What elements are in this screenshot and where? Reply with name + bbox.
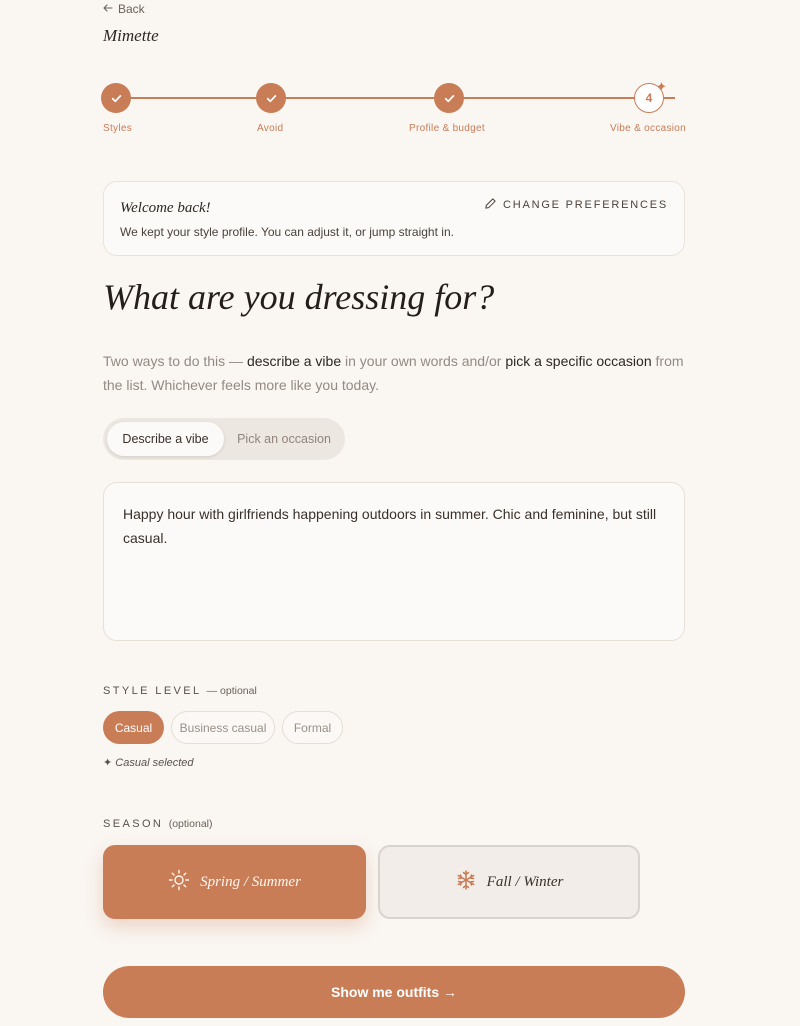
brand-logo: Mimette bbox=[103, 26, 159, 45]
intro-emphasis-occasion: pick a specific occasion bbox=[505, 353, 652, 369]
welcome-card: Welcome back! We kept your style profile… bbox=[103, 181, 685, 256]
style-chip-business-casual[interactable]: Business casual bbox=[171, 711, 275, 744]
welcome-title: Welcome back! bbox=[120, 200, 211, 216]
step-label-styles: Styles bbox=[103, 123, 133, 134]
page-title: What are you dressing for? bbox=[103, 277, 495, 317]
back-link[interactable]: Back bbox=[103, 2, 145, 16]
intro-part: in your own words and/or bbox=[341, 353, 506, 369]
show-outfits-button[interactable]: Show me outfits → bbox=[103, 966, 685, 1018]
style-level-optional: — optional bbox=[206, 685, 257, 697]
back-label: Back bbox=[118, 2, 145, 16]
season-title: SEASON bbox=[103, 818, 164, 830]
check-icon bbox=[444, 94, 454, 102]
style-chip-casual[interactable]: Casual bbox=[103, 711, 164, 744]
style-selected-note: ✦ Casual selected bbox=[103, 757, 194, 769]
season-fall-winter-button[interactable]: Fall / Winter bbox=[378, 845, 640, 919]
season-spring-summer-label: Spring / Summer bbox=[200, 873, 301, 890]
style-level-label: STYLE LEVEL — optional bbox=[103, 685, 257, 697]
season-label: SEASON (optional) bbox=[103, 818, 213, 830]
check-icon bbox=[266, 94, 276, 102]
intro-part: Two ways to do this — bbox=[103, 353, 247, 369]
pencil-icon bbox=[484, 197, 497, 213]
tab-pick-occasion[interactable]: Pick an occasion bbox=[227, 422, 341, 456]
season-spring-summer-button[interactable]: Spring / Summer bbox=[103, 845, 366, 919]
style-level-title: STYLE LEVEL bbox=[103, 685, 202, 697]
intro-text: Two ways to do this — describe a vibe in… bbox=[103, 349, 693, 397]
style-chip-formal[interactable]: Formal bbox=[282, 711, 343, 744]
mode-toggle: Describe a vibe Pick an occasion bbox=[103, 418, 345, 460]
change-preferences-button[interactable]: CHANGE PREFERENCES bbox=[484, 197, 668, 213]
step-profile-check[interactable] bbox=[434, 83, 464, 113]
vibe-textarea-value: Happy hour with girlfriends happening ou… bbox=[123, 506, 657, 546]
tab-describe-vibe[interactable]: Describe a vibe bbox=[107, 422, 224, 456]
sun-icon bbox=[168, 869, 190, 895]
step-avoid-check[interactable] bbox=[256, 83, 286, 113]
sparkle-icon: ✦ bbox=[656, 79, 667, 94]
step-styles-check[interactable] bbox=[101, 83, 131, 113]
arrow-left-icon bbox=[103, 2, 113, 16]
check-icon bbox=[111, 94, 121, 102]
step-label-profile: Profile & budget bbox=[409, 123, 485, 134]
stepper-line bbox=[116, 97, 675, 99]
intro-emphasis-vibe: describe a vibe bbox=[246, 353, 342, 369]
welcome-text: We kept your style profile. You can adju… bbox=[120, 225, 454, 239]
progress-stepper: 4 ✦ Styles Avoid Profile & budget Vibe &… bbox=[0, 80, 800, 140]
season-optional: (optional) bbox=[168, 818, 213, 830]
change-preferences-label: CHANGE PREFERENCES bbox=[502, 199, 668, 211]
vibe-textarea[interactable]: Happy hour with girlfriends happening ou… bbox=[103, 482, 685, 641]
step-label-avoid: Avoid bbox=[257, 123, 284, 134]
snowflake-icon bbox=[455, 869, 477, 895]
season-fall-winter-label: Fall / Winter bbox=[486, 873, 564, 890]
step-label-vibe: Vibe & occasion bbox=[610, 123, 687, 134]
